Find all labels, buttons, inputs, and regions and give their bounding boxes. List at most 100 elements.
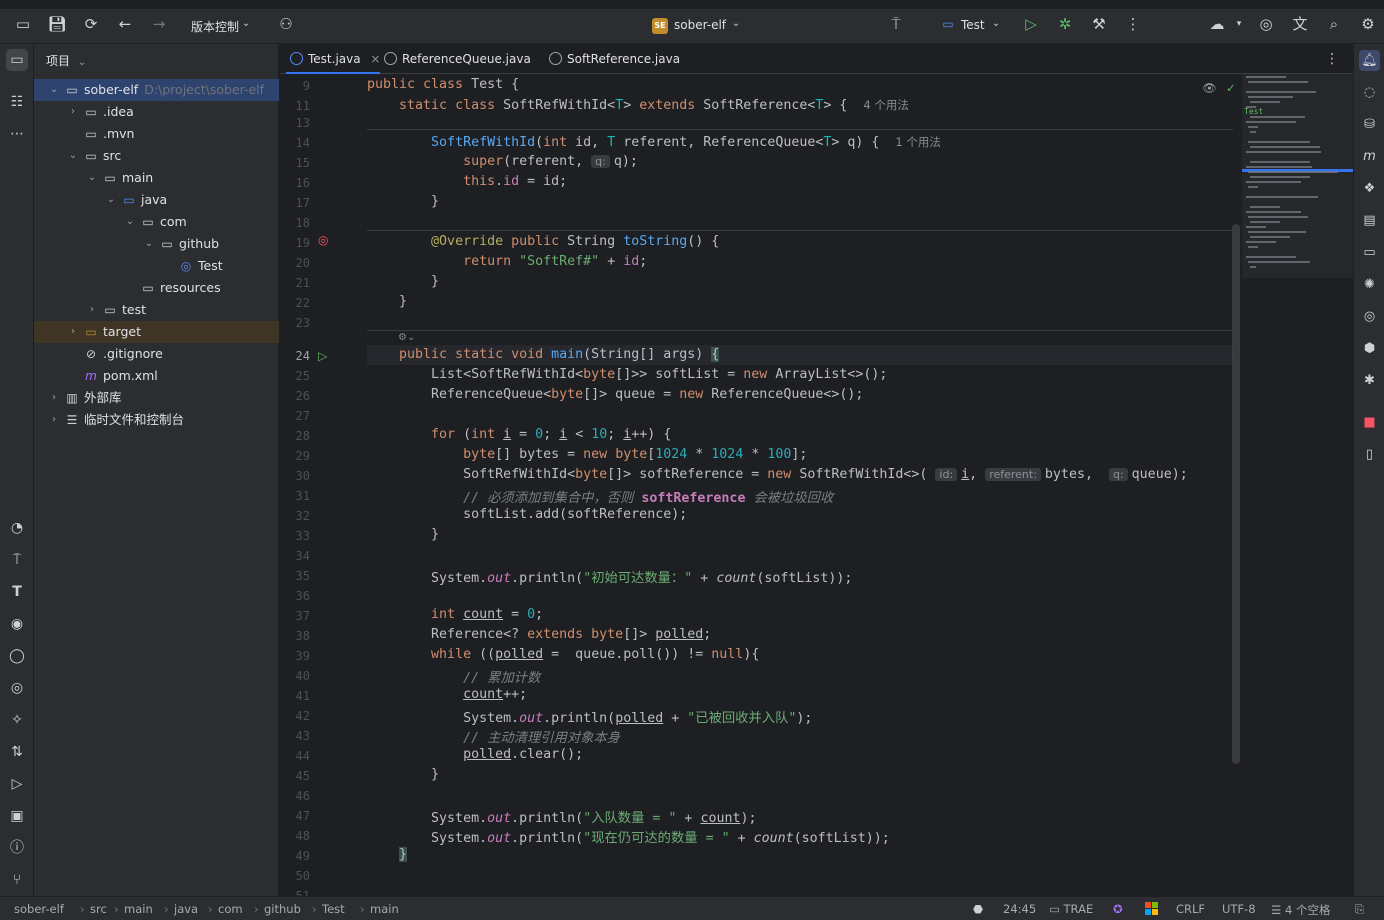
close-icon[interactable]: × bbox=[370, 52, 380, 66]
gear-icon[interactable]: ⬣ bbox=[973, 902, 983, 916]
breadcrumb-item[interactable]: main bbox=[124, 902, 153, 916]
breadcrumb-item[interactable]: java bbox=[174, 902, 198, 916]
chevron-right-icon[interactable]: › bbox=[48, 387, 60, 409]
chevron-down-icon[interactable]: ⌄ bbox=[67, 145, 79, 167]
maven-icon[interactable]: m bbox=[1359, 146, 1380, 167]
breadcrumb-item[interactable]: github bbox=[264, 902, 301, 916]
tree-item[interactable]: › ▥ 外部库 bbox=[34, 387, 279, 409]
tree-item[interactable]: › ▭ test bbox=[34, 299, 279, 321]
structure-tool-icon[interactable]: ☷ bbox=[6, 91, 28, 113]
windows-icon[interactable] bbox=[1145, 902, 1159, 919]
git-icon[interactable]: ⑂ bbox=[6, 869, 28, 891]
main-menu-folder-icon[interactable]: ▭ bbox=[13, 14, 33, 34]
run-tool-icon[interactable]: ▷ bbox=[6, 773, 28, 795]
trae-widget[interactable]: ▭ TRAE bbox=[1049, 902, 1093, 916]
breadcrumb-item[interactable]: com bbox=[218, 902, 243, 916]
back-icon[interactable]: ← bbox=[115, 14, 135, 34]
plugins-icon[interactable]: ✧ bbox=[6, 709, 28, 731]
run-icon[interactable]: ▷ bbox=[1021, 14, 1041, 34]
terminal-panel-icon[interactable]: ▭ bbox=[1359, 242, 1380, 263]
translate-panel-icon[interactable]: ▯ bbox=[1359, 444, 1380, 465]
endpoints-icon[interactable]: ⇅ bbox=[6, 741, 28, 763]
tree-item[interactable]: m pom.xml bbox=[34, 365, 279, 387]
chevron-right-icon[interactable]: › bbox=[48, 409, 60, 431]
code-with-me-icon[interactable]: ☁ bbox=[1207, 14, 1227, 34]
run-config-selector[interactable]: Test bbox=[961, 18, 985, 32]
line-separator[interactable]: CRLF bbox=[1176, 902, 1205, 916]
breadcrumb-item[interactable]: Test bbox=[322, 902, 345, 916]
search-icon[interactable]: ⌕ bbox=[1324, 14, 1344, 34]
save-icon[interactable]: 💾︎ bbox=[47, 14, 67, 34]
tab-softreference-java[interactable]: SoftReference.java bbox=[545, 44, 680, 74]
database-icon[interactable]: ⛁ bbox=[1359, 114, 1380, 135]
project-panel-header[interactable]: 项目 ⌄ bbox=[46, 52, 86, 69]
vcs-menu[interactable]: 版本控制 bbox=[191, 18, 239, 35]
red-plugin-icon[interactable]: ■ bbox=[1359, 412, 1380, 433]
watch-icon[interactable]: ◎ bbox=[6, 677, 28, 699]
inlay-settings-icon[interactable]: ⚙︎⌄ bbox=[398, 332, 415, 343]
chevron-right-icon[interactable]: › bbox=[67, 101, 79, 123]
chevron-down-icon[interactable]: ⌄ bbox=[124, 211, 136, 233]
chevron-down-icon[interactable]: ⌄ bbox=[143, 233, 155, 255]
override-gutter-icon[interactable]: ◎ bbox=[318, 234, 330, 246]
tab-more-icon[interactable]: ⋮ bbox=[1325, 51, 1339, 67]
translate-icon[interactable]: 文 bbox=[1290, 14, 1310, 34]
breadcrumb-item[interactable]: sober-elf bbox=[14, 902, 64, 916]
debug-icon[interactable]: ✲ bbox=[1055, 14, 1075, 34]
editor-scrollbar[interactable] bbox=[1232, 224, 1240, 764]
profiler-icon[interactable]: ◔ bbox=[6, 517, 28, 539]
tab-referencequeue-java[interactable]: ReferenceQueue.java bbox=[380, 44, 531, 74]
build-hammer-icon[interactable]: ⍑ bbox=[886, 14, 906, 34]
caret-position[interactable]: 24:45 bbox=[1003, 902, 1036, 916]
breadcrumb-item[interactable]: main bbox=[370, 902, 399, 916]
tree-item[interactable]: ⌄ ▭ main bbox=[34, 167, 279, 189]
ant-icon[interactable]: ✱ bbox=[1359, 370, 1380, 391]
tree-item[interactable]: ▭ .mvn bbox=[34, 123, 279, 145]
more-tools-icon[interactable]: ⋯ bbox=[6, 123, 28, 145]
lock-icon[interactable]: ⎘ bbox=[1355, 902, 1364, 917]
file-encoding[interactable]: UTF-8 bbox=[1222, 902, 1256, 916]
ai-chat-icon[interactable]: ◌ bbox=[1359, 82, 1380, 103]
project-tool-icon[interactable]: ▭ bbox=[6, 49, 28, 71]
ai-assistant-icon[interactable]: ◎ bbox=[1256, 14, 1276, 34]
build-icon[interactable]: ⚒ bbox=[1089, 14, 1109, 34]
terminal-icon[interactable]: ▣ bbox=[6, 805, 28, 827]
notifications-icon[interactable]: 🔔︎ bbox=[1359, 50, 1380, 71]
usage-hint[interactable]: 1 个用法 bbox=[895, 135, 940, 149]
sync-icon[interactable]: ⟳ bbox=[81, 14, 101, 34]
breadcrumb-item[interactable]: src bbox=[90, 902, 107, 916]
tree-item[interactable]: ⌄ ▭ com bbox=[34, 211, 279, 233]
tree-item[interactable]: › ☰ 临时文件和控制台 bbox=[34, 409, 279, 431]
run-gutter-icon[interactable]: ▷ bbox=[318, 350, 330, 362]
document-icon[interactable]: ▤ bbox=[1359, 210, 1380, 231]
reader-mode-icon[interactable]: 👁︎ bbox=[1202, 81, 1217, 95]
hexagon-icon[interactable]: ⬢ bbox=[1359, 338, 1380, 359]
forward-icon[interactable]: → bbox=[149, 14, 169, 34]
settings-gear-icon[interactable]: ⚙ bbox=[1358, 14, 1378, 34]
code-editor[interactable]: 9 11 13 14 15 16 17 18 19 20 21 22 23 24 25 26 27 28 29 30 3… bbox=[280, 74, 1353, 896]
tree-item[interactable]: ⌄ ▭ sober-elf D:\project\sober-elf bbox=[34, 79, 279, 101]
problems-icon[interactable]: ⓘ bbox=[6, 837, 28, 859]
tree-item[interactable]: ▭ resources bbox=[34, 277, 279, 299]
add-user-icon[interactable]: ⚇ bbox=[276, 14, 296, 34]
codeium-icon[interactable]: ✺ bbox=[1359, 274, 1380, 295]
tree-item[interactable]: ◎ Test bbox=[34, 255, 279, 277]
tree-item[interactable]: ⊘ .gitignore bbox=[34, 343, 279, 365]
tree-item[interactable]: ⌄ ▭ github bbox=[34, 233, 279, 255]
chevron-right-icon[interactable]: › bbox=[67, 321, 79, 343]
chevron-down-icon[interactable]: ⌄ bbox=[86, 167, 98, 189]
copilot-icon[interactable]: ✪ bbox=[1113, 902, 1123, 916]
code-minimap[interactable]: Test bbox=[1240, 74, 1353, 304]
services-icon[interactable]: ◉ bbox=[6, 613, 28, 635]
tab-test-java[interactable]: Test.java × bbox=[286, 44, 381, 74]
build-tool-icon[interactable]: ⍑ bbox=[6, 549, 28, 571]
tree-item[interactable]: › ▭ target bbox=[34, 321, 279, 343]
chevron-down-icon[interactable]: ⌄ bbox=[48, 79, 60, 101]
tree-item[interactable]: ⌄ ▭ src bbox=[34, 145, 279, 167]
terminal-t-icon[interactable]: T bbox=[6, 581, 28, 603]
chat-icon[interactable]: ◯ bbox=[6, 645, 28, 667]
tree-item[interactable]: ⌄ ▭ java bbox=[34, 189, 279, 211]
usage-hint[interactable]: 4 个用法 bbox=[863, 98, 908, 112]
chevron-down-icon[interactable]: ⌄ bbox=[105, 189, 117, 211]
project-name[interactable]: sober-elf bbox=[674, 18, 726, 32]
